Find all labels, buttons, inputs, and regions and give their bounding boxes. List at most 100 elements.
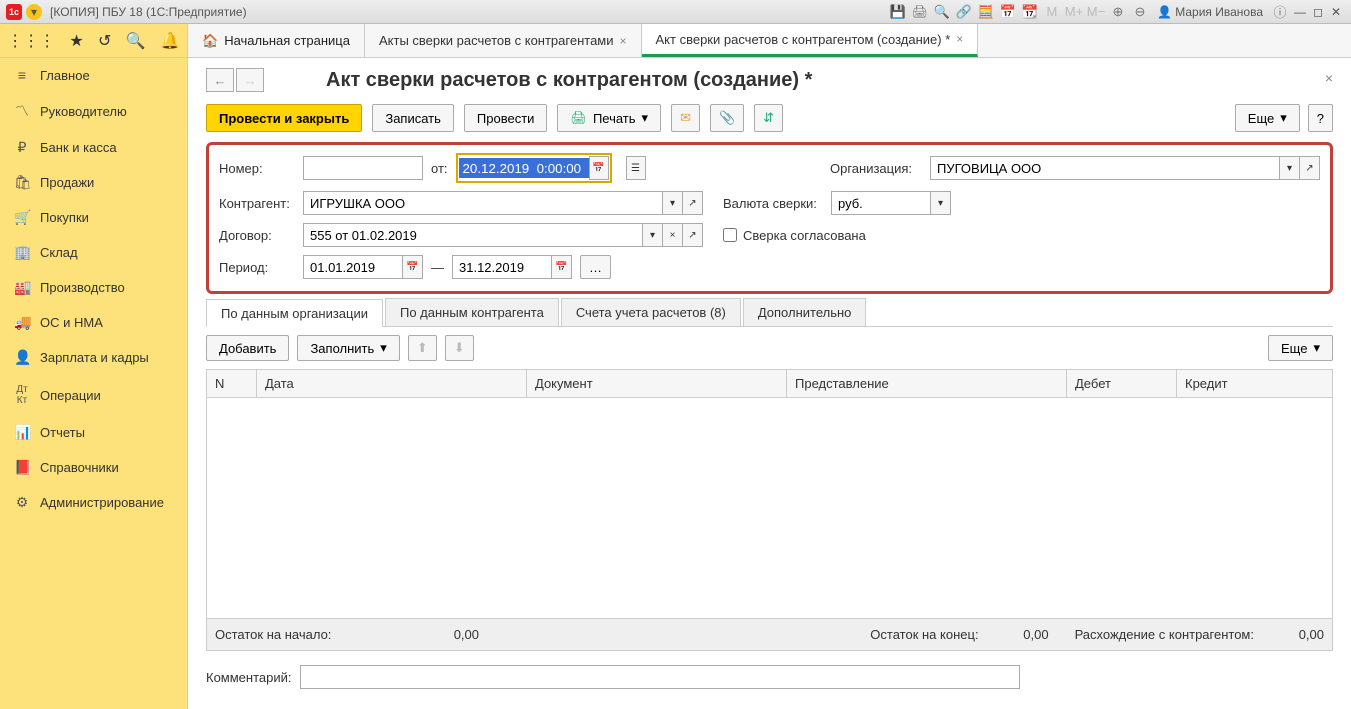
sidebar-item-operations[interactable]: ДтКтОперации	[0, 375, 187, 415]
sidebar-item-production[interactable]: 🏭Производство	[0, 270, 187, 305]
dropdown-button[interactable]: ▾	[1280, 156, 1300, 180]
mplus-icon[interactable]: M+	[1065, 3, 1083, 21]
subtab-accounts[interactable]: Счета учета расчетов (8)	[561, 298, 741, 326]
counterparty-input[interactable]	[303, 191, 663, 215]
star-icon[interactable]: ★	[69, 31, 83, 51]
table-body[interactable]	[207, 398, 1332, 618]
col-doc[interactable]: Документ	[527, 370, 787, 397]
col-repr[interactable]: Представление	[787, 370, 1067, 397]
attach-button[interactable]: 📎	[710, 104, 744, 132]
post-and-close-button[interactable]: Провести и закрыть	[206, 104, 362, 132]
main: ≡Главное 〽Руководителю ₽Банк и касса 🛍Пр…	[0, 58, 1351, 709]
number-input[interactable]	[303, 156, 423, 180]
dropdown-icon[interactable]: ▾	[26, 4, 42, 20]
calendar-button[interactable]: 📅	[552, 255, 572, 279]
clear-button[interactable]: ×	[663, 223, 683, 247]
calendar-button[interactable]: 📅	[403, 255, 423, 279]
end-balance-label: Остаток на конец:	[862, 619, 986, 650]
save-icon[interactable]: 💾	[889, 3, 907, 21]
search2-icon[interactable]: 🔍	[126, 31, 146, 51]
zoom-out-icon[interactable]: ⊖	[1131, 3, 1149, 21]
sidebar-item-purchases[interactable]: 🛒Покупки	[0, 200, 187, 235]
sidebar-item-main[interactable]: ≡Главное	[0, 58, 187, 92]
info-icon[interactable]: ⓘ	[1271, 3, 1289, 21]
bell-icon[interactable]: 🔔	[160, 31, 180, 51]
dtkt-icon: ДтКт	[14, 384, 30, 406]
sidebar-item-manager[interactable]: 〽Руководителю	[0, 92, 187, 130]
dropdown-button[interactable]: ▾	[643, 223, 663, 247]
col-date[interactable]: Дата	[257, 370, 527, 397]
search-icon[interactable]: 🔍	[933, 3, 951, 21]
agreed-checkbox[interactable]: Сверка согласована	[723, 228, 866, 243]
record-button[interactable]: Записать	[372, 104, 454, 132]
dropdown-button[interactable]: ▾	[931, 191, 951, 215]
tab-acts-list[interactable]: Акты сверки расчетов с контрагентами ×	[365, 24, 642, 57]
sidebar-item-salary[interactable]: 👤Зарплата и кадры	[0, 340, 187, 375]
period-to-input[interactable]	[452, 255, 552, 279]
list-button[interactable]: ☰	[626, 156, 646, 180]
close-icon[interactable]: ×	[956, 32, 963, 46]
tab-home[interactable]: 🏠 Начальная страница	[188, 24, 365, 57]
back-button[interactable]: ←	[206, 68, 234, 92]
sidebar-item-warehouse[interactable]: 🏢Склад	[0, 235, 187, 270]
maximize-button[interactable]: ◻	[1309, 5, 1327, 19]
currency-input[interactable]	[831, 191, 931, 215]
move-up-button[interactable]: ⬆	[408, 335, 437, 361]
subtab-additional[interactable]: Дополнительно	[743, 298, 867, 326]
link-icon[interactable]: 🔗	[955, 3, 973, 21]
close-icon[interactable]: ×	[620, 34, 627, 48]
calendar-button[interactable]: 📅	[589, 156, 609, 180]
close-window-button[interactable]: ✕	[1327, 5, 1345, 19]
period-select-button[interactable]: …	[580, 255, 611, 279]
tab-act-create[interactable]: Акт сверки расчетов с контрагентом (созд…	[642, 24, 979, 57]
org-input[interactable]	[930, 156, 1280, 180]
dropdown-button[interactable]: ▾	[663, 191, 683, 215]
open-button[interactable]: ↗	[1300, 156, 1320, 180]
user-name[interactable]: 👤 Мария Иванова	[1157, 5, 1263, 19]
move-down-button[interactable]: ⬇	[445, 335, 474, 361]
paperclip-icon: 📎	[719, 110, 735, 126]
sidebar-item-sales[interactable]: 🛍Продажи	[0, 165, 187, 200]
agreed-checkbox-input[interactable]	[723, 228, 737, 242]
structure-button[interactable]: ⇵	[754, 104, 783, 132]
col-debit[interactable]: Дебет	[1067, 370, 1177, 397]
print-button[interactable]: 🖨 Печать ▾	[557, 104, 661, 132]
help-button[interactable]: ?	[1308, 104, 1333, 132]
zoom-in-icon[interactable]: ⊕	[1109, 3, 1127, 21]
forward-button[interactable]: →	[236, 68, 264, 92]
fill-button[interactable]: Заполнить ▾	[297, 335, 399, 361]
sidebar-item-reports[interactable]: 📊Отчеты	[0, 415, 187, 450]
close-page-button[interactable]: ×	[1325, 70, 1333, 86]
email-button[interactable]: ✉	[671, 104, 700, 132]
col-credit[interactable]: Кредит	[1177, 370, 1332, 397]
table-header: N Дата Документ Представление Дебет Кред…	[207, 370, 1332, 398]
minimize-button[interactable]: —	[1291, 5, 1309, 19]
more-button[interactable]: Еще ▾	[1235, 104, 1300, 132]
date-input[interactable]	[459, 158, 589, 178]
mminus-icon[interactable]: M−	[1087, 3, 1105, 21]
period-from-input[interactable]	[303, 255, 403, 279]
comment-input[interactable]	[300, 665, 1020, 689]
calc-icon[interactable]: 🧮	[977, 3, 995, 21]
sidebar-item-catalogs[interactable]: 📕Справочники	[0, 450, 187, 485]
col-n[interactable]: N	[207, 370, 257, 397]
sidebar-item-label: Производство	[40, 280, 125, 295]
sidebar-item-assets[interactable]: 🚚ОС и НМА	[0, 305, 187, 340]
sidebar-item-label: ОС и НМА	[40, 315, 103, 330]
calendar-icon[interactable]: 📅	[999, 3, 1017, 21]
more-button[interactable]: Еще ▾	[1268, 335, 1333, 361]
calendar2-icon[interactable]: 📆	[1021, 3, 1039, 21]
add-button[interactable]: Добавить	[206, 335, 289, 361]
open-button[interactable]: ↗	[683, 223, 703, 247]
sidebar-item-bank[interactable]: ₽Банк и касса	[0, 130, 187, 165]
apps-icon[interactable]: ⋮⋮⋮	[7, 31, 55, 51]
subtab-org-data[interactable]: По данным организации	[206, 299, 383, 327]
sidebar-item-admin[interactable]: ⚙Администрирование	[0, 485, 187, 520]
contract-input[interactable]	[303, 223, 643, 247]
m-icon[interactable]: M	[1043, 3, 1061, 21]
history-icon[interactable]: ↺	[98, 31, 111, 51]
print-icon[interactable]: 🖨	[911, 3, 929, 21]
subtab-counterparty-data[interactable]: По данным контрагента	[385, 298, 559, 326]
post-button[interactable]: Провести	[464, 104, 548, 132]
open-button[interactable]: ↗	[683, 191, 703, 215]
